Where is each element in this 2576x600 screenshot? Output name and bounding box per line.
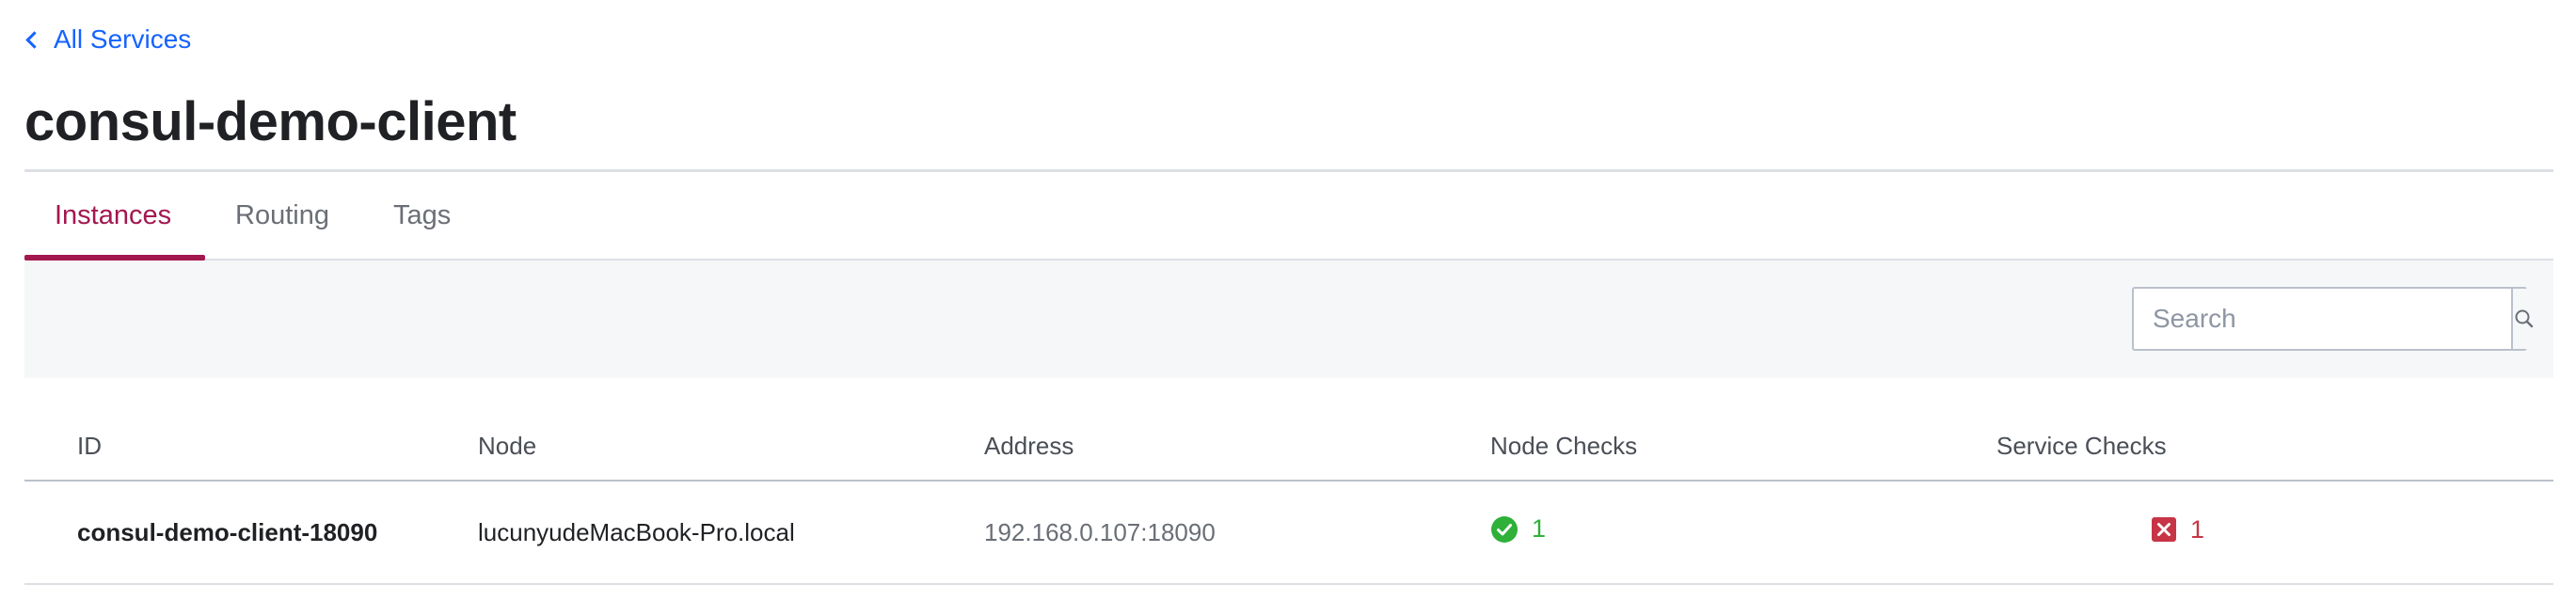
search-button[interactable] — [2511, 289, 2536, 349]
column-header-address: Address — [984, 412, 1490, 482]
breadcrumb-label: All Services — [54, 24, 192, 54]
x-square-icon — [2152, 517, 2176, 543]
chevron-left-icon — [25, 30, 43, 49]
tab-instances-label: Instances — [55, 199, 172, 230]
service-checks-cell: 1 — [1996, 481, 2553, 585]
search-box — [2132, 287, 2536, 351]
search-icon — [2515, 309, 2534, 328]
column-header-node: Node — [478, 412, 984, 482]
node-checks-count: 1 — [1532, 514, 1547, 544]
instances-table: ID Node Address Node Checks Service Chec… — [24, 412, 2553, 585]
node-checks-passing: 1 — [1490, 514, 1546, 544]
instance-node: lucunyudeMacBook-Pro.local — [478, 481, 984, 585]
tab-instances[interactable]: Instances — [55, 172, 171, 259]
table-row[interactable]: consul-demo-client-18090 lucunyudeMacBoo… — [24, 481, 2553, 585]
check-circle-icon — [1491, 515, 1518, 543]
tab-tags-label: Tags — [393, 199, 452, 230]
instance-id[interactable]: consul-demo-client-18090 — [24, 481, 478, 585]
breadcrumb-all-services[interactable]: All Services — [24, 24, 191, 55]
instance-address: 192.168.0.107:18090 — [984, 481, 1490, 585]
filter-bar — [24, 261, 2553, 378]
page-title: consul-demo-client — [24, 91, 517, 152]
tab-routing[interactable]: Routing — [235, 172, 329, 259]
search-input[interactable] — [2134, 289, 2511, 349]
column-header-id: ID — [24, 412, 478, 482]
table-header-row: ID Node Address Node Checks Service Chec… — [24, 412, 2553, 482]
service-checks-count: 1 — [2190, 514, 2205, 544]
node-checks-cell: 1 — [1490, 481, 1996, 585]
service-checks-critical: 1 — [2151, 515, 2204, 545]
column-header-service-checks: Service Checks — [1996, 412, 2553, 482]
tab-routing-label: Routing — [235, 199, 329, 230]
tab-tags[interactable]: Tags — [393, 172, 451, 259]
tab-bar: Instances Routing Tags — [24, 172, 2553, 261]
column-header-node-checks: Node Checks — [1490, 412, 1996, 482]
